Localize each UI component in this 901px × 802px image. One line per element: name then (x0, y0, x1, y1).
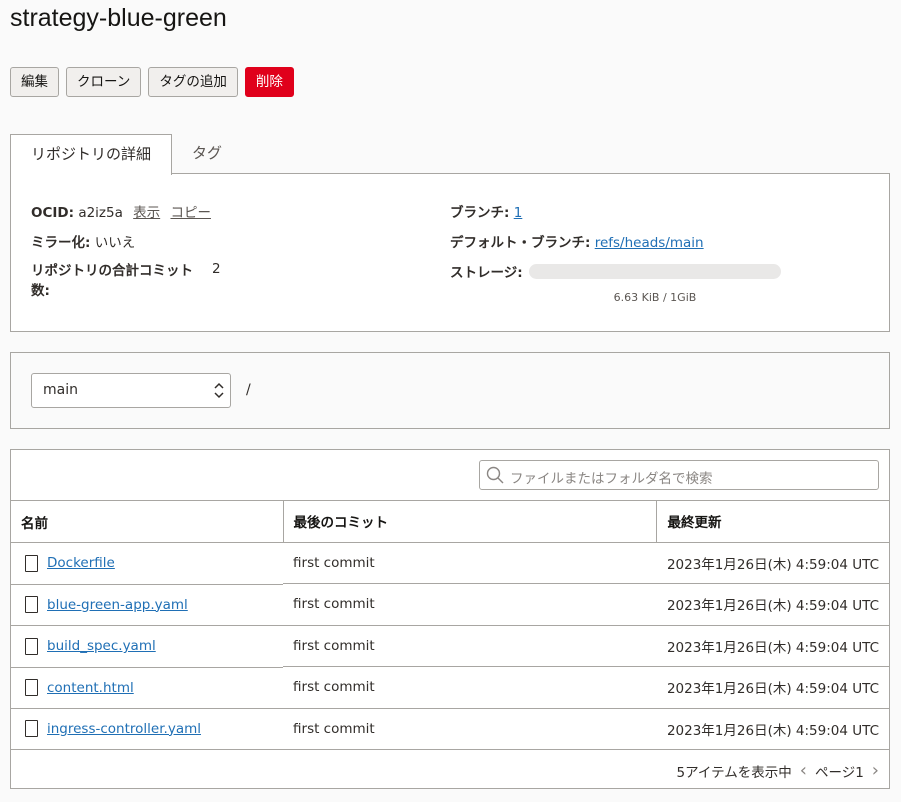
branch-selector-panel: main / (10, 352, 890, 429)
file-icon (25, 637, 38, 655)
file-browser-panel: ファイルまたはフォルダ名で検索 名前 最後のコミット 最終更新 Dockerfi… (10, 449, 890, 789)
default-branch-label: デフォルト・ブランチ: (450, 235, 591, 251)
storage-label-text: ストレージ: (450, 265, 523, 281)
column-header-last-updated[interactable]: 最終更新 (656, 500, 889, 542)
show-ocid-link[interactable]: 表示 (133, 205, 160, 221)
item-count-text: 5アイテムを表示中 (676, 764, 792, 781)
default-branch-row: デフォルト・ブランチ: refs/heads/main (450, 231, 704, 251)
branch-select[interactable]: main (31, 373, 231, 408)
file-icon (25, 554, 38, 572)
updated-cell: 2023年1月26日(木) 4:59:04 UTC (656, 583, 889, 625)
branch-count-link[interactable]: 1 (514, 205, 523, 221)
page-title: strategy-blue-green (10, 4, 227, 32)
file-icon (25, 596, 38, 614)
file-name-cell: ingress-controller.yaml (11, 708, 284, 750)
table-row: build_spec.yaml first commit 2023年1月26日(… (11, 624, 889, 667)
table-row: Dockerfile first commit 2023年1月26日(木) 4:… (11, 541, 889, 584)
default-branch-link[interactable]: refs/heads/main (595, 235, 704, 251)
path-separator: / (246, 382, 251, 398)
file-name-cell: blue-green-app.yaml (11, 583, 284, 626)
search-icon (486, 466, 504, 484)
file-search-input[interactable]: ファイルまたはフォルダ名で検索 (479, 460, 879, 490)
add-tags-button[interactable]: タグの追加 (148, 67, 238, 97)
updated-cell: 2023年1月26日(木) 4:59:04 UTC (656, 541, 889, 584)
column-header-last-commit[interactable]: 最後のコミット (283, 500, 658, 542)
commit-cell: first commit (283, 624, 657, 667)
branch-label: ブランチ: (450, 205, 510, 221)
commits-label: リポジトリの合計コミット数: (31, 263, 193, 299)
commit-cell: first commit (283, 541, 657, 584)
mirror-row: ミラー化: いいえ (31, 231, 135, 251)
commit-cell: first commit (283, 707, 657, 750)
tab-tags[interactable]: タグ (172, 134, 242, 174)
storage-label: ストレージ: (450, 261, 523, 281)
file-link[interactable]: build_spec.yaml (47, 638, 156, 654)
commit-cell: first commit (283, 583, 657, 625)
file-link[interactable]: content.html (47, 680, 134, 696)
file-icon (25, 720, 38, 738)
storage-usage-text: 6.63 KiB / 1GiB (613, 291, 697, 304)
updated-cell: 2023年1月26日(木) 4:59:04 UTC (656, 666, 889, 708)
table-row: ingress-controller.yaml first commit 202… (11, 707, 889, 750)
branch-select-value: main (43, 382, 78, 398)
mirror-label: ミラー化: (31, 235, 91, 251)
commits-value: 2 (212, 261, 221, 277)
pagination: 5アイテムを表示中 ‹ ページ1 › (677, 760, 879, 781)
table-row: blue-green-app.yaml first commit 2023年1月… (11, 583, 889, 626)
table-row: content.html first commit 2023年1月26日(木) … (11, 666, 889, 709)
file-link[interactable]: blue-green-app.yaml (47, 597, 188, 613)
repository-details-panel: OCID: a2iz5a 表示 コピー ミラー化: いいえ リポジトリの合計コミ… (10, 173, 890, 332)
previous-page-icon[interactable]: ‹ (800, 760, 807, 781)
commit-cell: first commit (283, 666, 657, 708)
ocid-label: OCID: (31, 205, 75, 221)
chevron-up-down-icon (214, 374, 224, 420)
page-number: ページ1 (814, 764, 864, 781)
ocid-value: a2iz5a (78, 205, 123, 221)
commits-row: リポジトリの合計コミット数: (31, 261, 211, 301)
tab-bar: リポジトリの詳細 タグ (10, 134, 242, 175)
file-link[interactable]: ingress-controller.yaml (47, 721, 201, 737)
file-icon (25, 679, 38, 697)
column-header-name[interactable]: 名前 (11, 500, 284, 542)
clone-button[interactable]: クローン (66, 67, 142, 97)
file-name-cell: build_spec.yaml (11, 625, 284, 667)
storage-progress-bar (529, 264, 781, 279)
copy-ocid-link[interactable]: コピー (170, 205, 211, 221)
file-table: 名前 最後のコミット 最終更新 Dockerfile first commit … (11, 500, 889, 750)
branch-row: ブランチ: 1 (450, 201, 522, 221)
file-name-cell: Dockerfile (11, 542, 284, 584)
mirror-value: いいえ (94, 235, 136, 251)
action-toolbar: 編集 クローン タグの追加 削除 (10, 67, 294, 97)
tab-repository-details[interactable]: リポジトリの詳細 (10, 134, 173, 175)
updated-cell: 2023年1月26日(木) 4:59:04 UTC (656, 624, 889, 667)
delete-button[interactable]: 削除 (244, 67, 294, 97)
updated-cell: 2023年1月26日(木) 4:59:04 UTC (656, 707, 889, 750)
search-placeholder: ファイルまたはフォルダ名で検索 (510, 471, 713, 487)
edit-button[interactable]: 編集 (10, 67, 59, 97)
next-page-icon[interactable]: › (872, 760, 879, 781)
ocid-row: OCID: a2iz5a 表示 コピー (31, 201, 211, 221)
file-name-cell: content.html (11, 666, 284, 709)
file-link[interactable]: Dockerfile (47, 555, 115, 571)
